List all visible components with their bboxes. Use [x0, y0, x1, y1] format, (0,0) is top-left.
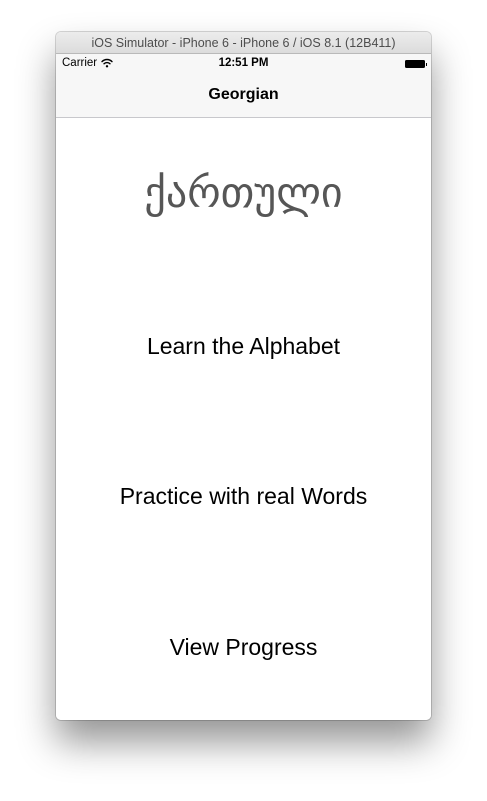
status-bar: Carrier 12:51 PM [56, 54, 431, 74]
simulator-title-bar: iOS Simulator - iPhone 6 - iPhone 6 / iO… [56, 32, 431, 54]
status-time: 12:51 PM [218, 57, 269, 69]
learn-alphabet-button[interactable]: Learn the Alphabet [56, 333, 431, 360]
navigation-area: Carrier 12:51 PM Georgian [56, 54, 431, 118]
georgian-logo-text: ქართული [144, 168, 343, 217]
main-content: ქართული Learn the Alphabet Practice with… [56, 118, 431, 720]
simulator-window: iOS Simulator - iPhone 6 - iPhone 6 / iO… [56, 32, 431, 720]
battery-icon [405, 60, 427, 68]
phone-screen: Carrier 12:51 PM Georgian ქართული Learn … [56, 54, 431, 720]
nav-title: Georgian [208, 86, 279, 103]
view-progress-button[interactable]: View Progress [56, 634, 431, 661]
practice-words-button[interactable]: Practice with real Words [56, 483, 431, 510]
